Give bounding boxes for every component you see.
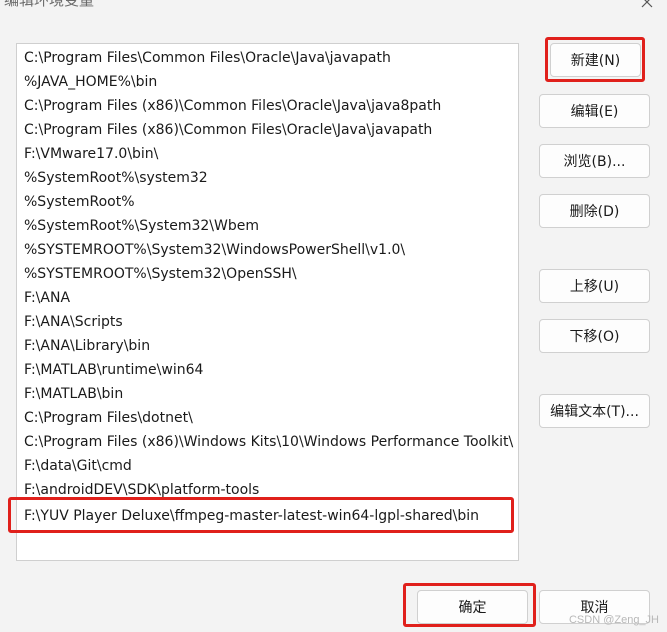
list-item[interactable]: %JAVA_HOME%\bin [17,70,518,94]
list-item[interactable]: F:\VMware17.0\bin\ [17,142,518,166]
list-item[interactable]: %SystemRoot%\system32 [17,166,518,190]
list-item[interactable]: %SystemRoot% [17,190,518,214]
list-item[interactable]: F:\ANA\Scripts [17,310,518,334]
list-item[interactable]: %SystemRoot%\System32\Wbem [17,214,518,238]
path-list[interactable]: C:\Program Files\Common Files\Oracle\Jav… [16,43,519,561]
edit-button[interactable]: 编辑(E) [539,94,650,128]
move-up-button[interactable]: 上移(U) [539,269,650,303]
list-item[interactable]: C:\Program Files (x86)\Common Files\Orac… [17,94,518,118]
list-item[interactable]: F:\ANA\Library\bin [17,334,518,358]
list-item[interactable]: C:\Program Files\Common Files\Oracle\Jav… [17,46,518,70]
list-item[interactable]: C:\Program Files (x86)\Common Files\Orac… [17,118,518,142]
ok-button[interactable]: 确定 [417,590,528,624]
title-bar: 编辑环境变量 [0,0,667,14]
delete-button[interactable]: 删除(D) [539,194,650,228]
list-item[interactable]: C:\Program Files\dotnet\ [17,406,518,430]
list-item[interactable]: F:\MATLAB\runtime\win64 [17,358,518,382]
close-icon[interactable] [639,0,655,10]
list-item[interactable]: F:\androidDEV\SDK\platform-tools [17,478,518,502]
move-down-button[interactable]: 下移(O) [539,319,650,353]
list-item[interactable]: C:\Program Files (x86)\Windows Kits\10\W… [17,430,518,454]
edit-text-button[interactable]: 编辑文本(T)... [539,394,650,428]
watermark: CSDN @Zeng_JH [568,614,659,626]
window-title: 编辑环境变量 [4,0,95,9]
list-item-selected[interactable]: F:\YUV Player Deluxe\ffmpeg-master-lates… [17,504,518,528]
new-button[interactable]: 新建(N) [550,43,641,77]
list-item[interactable]: F:\ANA [17,286,518,310]
list-item[interactable]: F:\data\Git\cmd [17,454,518,478]
list-item[interactable]: %SYSTEMROOT%\System32\OpenSSH\ [17,262,518,286]
browse-button[interactable]: 浏览(B)... [539,144,650,178]
list-item[interactable]: F:\MATLAB\bin [17,382,518,406]
list-item[interactable]: %SYSTEMROOT%\System32\WindowsPowerShell\… [17,238,518,262]
